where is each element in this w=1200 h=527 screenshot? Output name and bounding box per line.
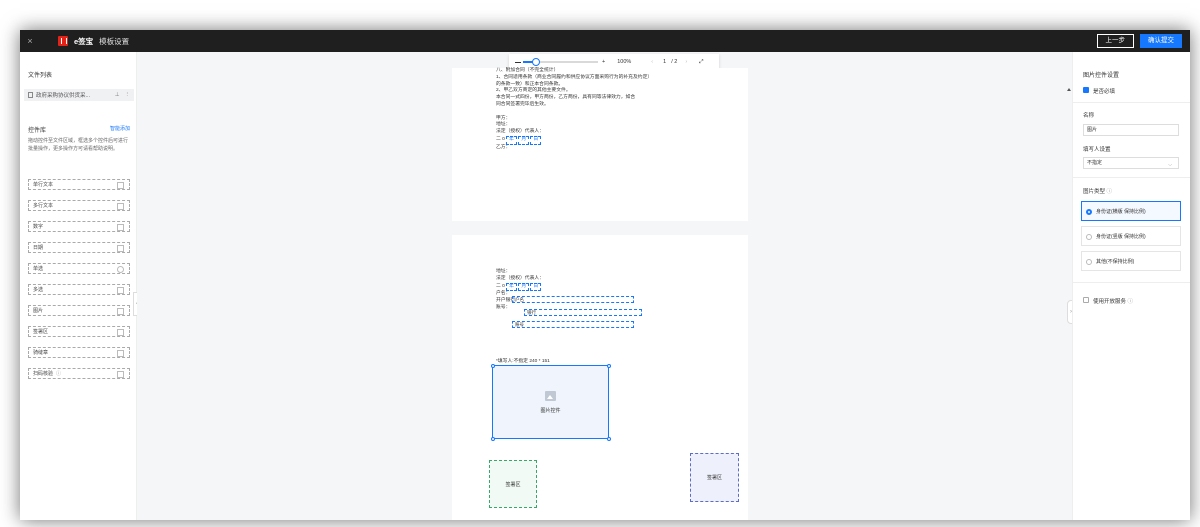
- right-panel: 图片控件设置 是否必填 名称 图片 填写人设置 不指定 ⌵ 图片类型 ⓘ 身份证(…: [1072, 52, 1190, 520]
- image-control-selected[interactable]: 图片控件: [490, 363, 611, 441]
- control-library-title: 控件库: [28, 128, 47, 134]
- control-radio[interactable]: 单选: [28, 263, 130, 274]
- more-icon[interactable]: ⋮: [125, 92, 131, 98]
- image-icon: [117, 307, 124, 315]
- radio-icon: [117, 265, 124, 273]
- next-page-icon[interactable]: ›: [685, 59, 687, 65]
- help-icon[interactable]: ⓘ: [1107, 189, 1113, 195]
- zoom-slider-handle[interactable]: [532, 58, 540, 66]
- radio-icon: [1086, 259, 1092, 265]
- control-sign-area[interactable]: 签署区: [28, 326, 130, 337]
- topbar-actions: 上一步 确认提交: [1096, 34, 1191, 48]
- radio-id-horizontal[interactable]: 身份证(横版 保持比例): [1081, 201, 1181, 221]
- app-name: e签宝: [74, 36, 94, 46]
- image-icon: [545, 390, 556, 401]
- left-panel: 文件列表 政府采购协议供货采... ⊥ ⋮ 控件库 智能添加 拖动控件至文件区域…: [20, 52, 137, 520]
- control-seam-seal[interactable]: 骑缝章: [28, 347, 130, 358]
- scroll-up-icon[interactable]: [1066, 88, 1071, 91]
- help-icon[interactable]: ⓘ: [1128, 299, 1134, 305]
- page1-text: 八、附加合同（不完全统计） 1、合同适用条款（商业合同履约和供应协议方面采购行为…: [496, 68, 653, 150]
- required-label: 是否必填: [1093, 89, 1116, 95]
- canvas-scrollbar[interactable]: [1066, 88, 1071, 118]
- control-image[interactable]: 图片: [28, 305, 130, 316]
- control-checkbox[interactable]: 多选: [28, 284, 130, 295]
- upload-icon[interactable]: ⊥: [115, 92, 120, 98]
- page-title: 模板设置: [99, 36, 130, 46]
- image-type-label: 图片类型 ⓘ: [1083, 189, 1113, 195]
- file-name: 政府采购协议供货采...: [36, 93, 91, 99]
- pen-icon: [117, 328, 124, 336]
- year-field[interactable]: 年: [506, 135, 517, 145]
- resize-handle[interactable]: [606, 436, 611, 441]
- file-tools: ⊥ ⋮: [115, 92, 130, 98]
- textarea-icon: [117, 202, 124, 210]
- document-icon: [28, 92, 33, 98]
- app-window: × e签宝 模板设置 上一步 确认提交 文件列表 政府采购协议供货采... ⊥ …: [20, 30, 1190, 520]
- info-icon: ⓘ: [56, 371, 62, 377]
- file-item[interactable]: 政府采购协议供货采... ⊥ ⋮: [24, 89, 134, 101]
- control-qr-verify[interactable]: 扫码核验 ⓘ: [28, 368, 130, 379]
- filler-label: 填写人设置: [1083, 147, 1111, 153]
- zoom-out-icon[interactable]: [515, 61, 521, 63]
- page2-text: 地址： 法定（授权）代表人： 二 0 年 月 日 户名： 开户银行： 账号：: [496, 269, 544, 310]
- open-service-label: 使用开放服务 ⓘ: [1093, 299, 1134, 305]
- text-icon: [117, 181, 124, 189]
- smart-add-link[interactable]: 智能添加: [110, 125, 130, 132]
- control-single-text[interactable]: 单行文本: [28, 179, 130, 190]
- document-page-2: 地址： 法定（授权）代表人： 二 0 年 月 日 户名： 开户银行： 账号： 户…: [452, 235, 748, 520]
- qrcode-icon: [117, 370, 124, 378]
- account-number-field[interactable]: 账号: [512, 321, 634, 328]
- calendar-icon: [117, 244, 124, 252]
- radio-other[interactable]: 其他(不保持比例): [1081, 251, 1181, 271]
- radio-icon: [1086, 234, 1092, 240]
- file-list-title: 文件列表: [28, 73, 53, 79]
- control-date[interactable]: 日期: [28, 242, 130, 253]
- zoom-in-icon[interactable]: +: [602, 59, 605, 65]
- bank-field[interactable]: 银行: [524, 309, 642, 316]
- page-total: / 2: [671, 59, 678, 65]
- required-checkbox[interactable]: [1083, 87, 1089, 93]
- fullscreen-icon[interactable]: ⤢: [699, 59, 703, 66]
- radio-id-vertical[interactable]: 身份证(竖版 保持比例): [1081, 226, 1181, 246]
- image-control-label: 图片控件: [540, 407, 561, 414]
- radio-selected-icon: [1086, 209, 1092, 215]
- sign-area-party-b[interactable]: 签署区: [690, 453, 739, 502]
- resize-handle[interactable]: [606, 363, 611, 368]
- seal-icon: [117, 349, 124, 357]
- page-number[interactable]: 1: [661, 59, 668, 65]
- sign-area-party-a[interactable]: 签署区: [489, 460, 537, 508]
- document-page-1: 八、附加合同（不完全统计） 1、合同适用条款（商业合同履约和供应协议方面采购行为…: [452, 68, 748, 221]
- prev-step-button[interactable]: 上一步: [1096, 34, 1134, 48]
- open-service-checkbox[interactable]: [1083, 297, 1089, 303]
- submit-button[interactable]: 确认提交: [1140, 34, 1182, 48]
- resize-handle[interactable]: [490, 436, 495, 441]
- close-icon[interactable]: ×: [20, 36, 40, 46]
- chevron-down-icon: ⌵: [1168, 162, 1172, 168]
- app-logo-icon: [58, 36, 68, 46]
- library-description: 拖动控件至文件区域，框选多个控件后可进行批量操作，更多操作方可请看帮助说明。: [28, 138, 129, 152]
- settings-title: 图片控件设置: [1083, 73, 1120, 79]
- name-label: 名称: [1083, 113, 1095, 119]
- account-name-field[interactable]: 户名: [512, 296, 634, 303]
- zoom-level: 100%: [617, 59, 632, 65]
- control-multi-text[interactable]: 多行文本: [28, 200, 130, 211]
- resize-handle[interactable]: [490, 363, 495, 368]
- month-field[interactable]: 月: [518, 282, 530, 292]
- number-icon: [117, 223, 124, 231]
- month-field[interactable]: 月: [518, 135, 530, 145]
- name-input[interactable]: 图片: [1083, 124, 1179, 136]
- document-canvas: + 100% ‹ 1 / 2 › ⤢ 八、附加合同（不完全统计） 1、合同适用条…: [137, 52, 1072, 520]
- prev-page-icon[interactable]: ‹: [651, 59, 653, 65]
- day-field[interactable]: 日: [530, 135, 542, 145]
- checkbox-icon: [117, 286, 124, 294]
- top-bar: × e签宝 模板设置 上一步 确认提交: [20, 30, 1190, 52]
- zoom-slider[interactable]: [523, 58, 598, 66]
- day-field[interactable]: 日: [530, 282, 542, 292]
- control-number[interactable]: 数字: [28, 221, 130, 232]
- filler-select[interactable]: 不指定 ⌵: [1083, 157, 1179, 169]
- control-size-label: *填写人:不指定 240 * 151: [496, 359, 550, 364]
